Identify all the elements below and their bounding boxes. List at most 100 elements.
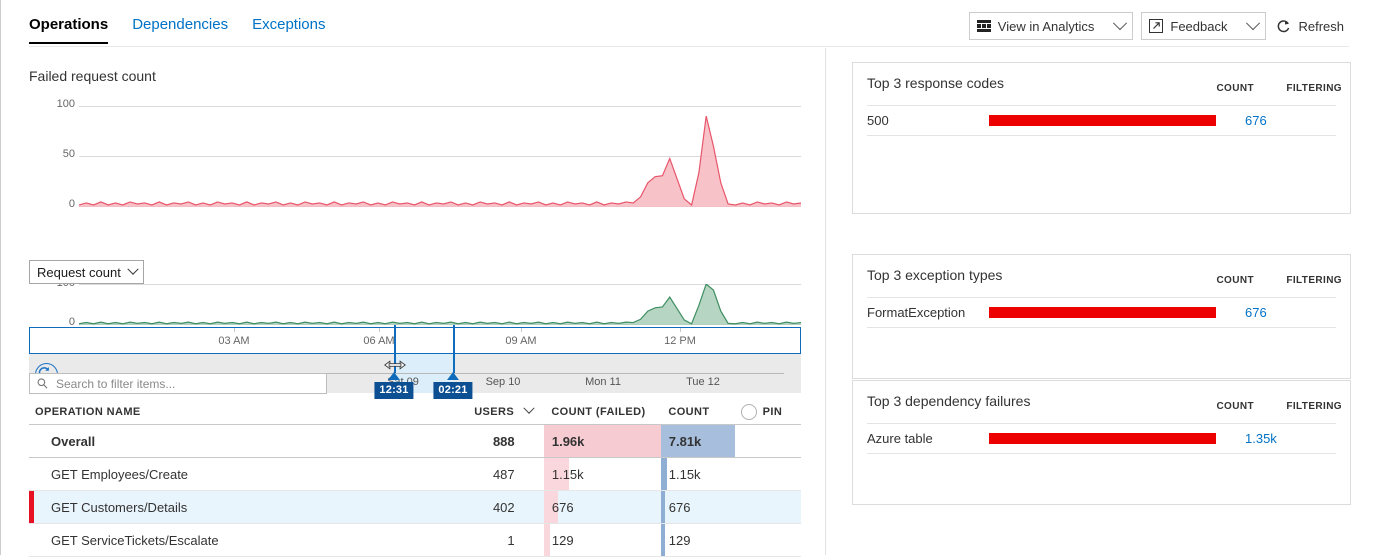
view-in-analytics-button[interactable]: View in Analytics [969, 12, 1134, 40]
insight-card-header: Top 3 dependency failuresCOUNTFILTERING [853, 381, 1350, 423]
cell-users: 402 [431, 491, 515, 523]
count-failed-value: 1.15k [544, 467, 584, 482]
insight-card-header: Top 3 response codesCOUNTFILTERING [853, 63, 1350, 105]
table-row[interactable]: GET Customers/Details402 676 676 [29, 491, 801, 524]
insight-card-title: Top 3 response codes [867, 75, 1004, 91]
request-count-chart[interactable]: 100 0 [29, 284, 801, 330]
insight-bar [989, 433, 1216, 444]
cell-count: 7.81k [661, 425, 733, 457]
insight-col-count: COUNT [1216, 401, 1254, 412]
col-operation-name[interactable]: OPERATION NAME [29, 406, 430, 418]
tab-exceptions[interactable]: Exceptions [252, 16, 325, 42]
insight-row-name: Azure table [867, 431, 989, 446]
range-handle-label-right: 02:21 [433, 382, 472, 399]
table-body: Overall8881.96k7.81kGET Employees/Create… [29, 425, 801, 557]
chart-time-axis[interactable]: 03 AM 06 AM 09 AM 12 PM [29, 327, 801, 354]
insight-bar-area [989, 433, 1231, 444]
insight-bar-area [989, 115, 1231, 126]
cell-spacer [515, 491, 544, 523]
xtick-06am: 06 AM [363, 335, 394, 347]
pin-icon [741, 404, 757, 420]
metric-select-value: Request count [37, 265, 121, 280]
chevron-down-icon [127, 264, 138, 275]
col-pin-label: PIN [763, 406, 783, 418]
metric-select[interactable]: Request count [29, 260, 144, 284]
command-toolbar: View in Analytics Feedback Refresh [969, 12, 1351, 40]
app-root: Operations Dependencies Exceptions View … [0, 0, 1376, 555]
tick-mark [379, 328, 380, 332]
top-bar: Operations Dependencies Exceptions View … [1, 0, 1376, 48]
insight-row-count[interactable]: 676 [1231, 113, 1327, 128]
count-failed-value: 676 [544, 500, 574, 515]
cell-spacer [515, 425, 544, 457]
tick-mark [234, 328, 235, 332]
left-pane: Failed request count 100 50 0 Request co… [1, 48, 825, 555]
insight-col-count: COUNT [1216, 275, 1254, 286]
range-handle-label-left: 12:31 [374, 382, 413, 399]
cell-operation-name: Overall [29, 425, 431, 457]
failed-request-count-chart[interactable]: 100 50 0 [29, 106, 801, 256]
xtick-12pm: 12 PM [664, 335, 696, 347]
table-row[interactable]: GET ServiceTickets/Escalate1129129 [29, 524, 801, 557]
range-handle-left[interactable] [388, 372, 400, 380]
filter-search-box[interactable] [29, 373, 327, 394]
cell-count-failed: 1.15k [544, 458, 661, 490]
range-handle-right[interactable] [447, 372, 459, 380]
count-value: 1.15k [661, 467, 701, 482]
table-row[interactable]: Overall888 1.96k7.81k [29, 425, 801, 458]
grid-icon [977, 20, 991, 32]
insight-row-count[interactable]: 676 [1231, 305, 1327, 320]
insight-card: Top 3 exception types COUNT FILTERING Forma… [852, 254, 1351, 379]
insight-row[interactable]: FormatException 676 [867, 297, 1336, 328]
cell-count-failed: 1.96k [544, 425, 661, 457]
cell-users: 487 [431, 458, 515, 490]
insight-bar [989, 307, 1216, 318]
insight-row[interactable]: 500 676 [867, 105, 1336, 136]
insight-col-filtering: FILTERING [1286, 275, 1342, 286]
ytick-0: 0 [29, 198, 75, 210]
col-pin[interactable]: PIN [733, 404, 801, 420]
col-users[interactable]: USERS [430, 406, 514, 418]
cell-pin[interactable] [733, 524, 801, 556]
operations-table: OPERATION NAME USERS COUNT (FAILED) COUN… [29, 400, 801, 557]
tick-mark [521, 328, 522, 332]
cell-operation-name: GET ServiceTickets/Escalate [29, 524, 431, 556]
sort-descending-icon[interactable] [514, 406, 543, 418]
tab-dependencies[interactable]: Dependencies [132, 16, 228, 42]
tick-mark [680, 328, 681, 332]
col-count-failed[interactable]: COUNT (FAILED) [543, 406, 660, 418]
search-input[interactable] [54, 376, 308, 392]
cell-pin[interactable] [733, 491, 801, 523]
col-count[interactable]: COUNT [660, 406, 732, 418]
cell-operation-name: GET Customers/Details [29, 491, 431, 523]
cell-count: 676 [661, 491, 733, 523]
range-tick-5: Mon 11 [585, 376, 621, 388]
insight-row-name: 500 [867, 113, 989, 128]
cell-count: 129 [661, 524, 733, 556]
cell-spacer [515, 524, 544, 556]
feedback-button[interactable]: Feedback [1141, 12, 1266, 40]
insight-card-header: Top 3 exception types COUNT FILTERING [853, 255, 1350, 297]
insight-card-title: Top 3 exception types [867, 267, 1002, 283]
refresh-button[interactable]: Refresh [1266, 13, 1351, 39]
tab-operations[interactable]: Operations [29, 16, 108, 44]
insight-row-name: FormatException [867, 305, 989, 320]
ytick-50: 50 [29, 148, 75, 160]
cell-pin[interactable] [733, 425, 801, 457]
cell-count-failed: 676 [544, 491, 661, 523]
chevron-down-icon[interactable] [1234, 21, 1258, 31]
cell-users: 888 [431, 425, 515, 457]
cell-pin[interactable] [733, 458, 801, 490]
search-icon [37, 378, 48, 389]
cell-users: 1 [431, 524, 515, 556]
table-row[interactable]: GET Employees/Create4871.15k1.15k [29, 458, 801, 491]
range-tick-6: Tue 12 [686, 376, 720, 388]
chevron-down-icon[interactable] [1101, 21, 1125, 31]
ytick-100: 100 [29, 98, 75, 110]
insight-row[interactable]: Azure table 1.35k [867, 423, 1336, 454]
right-pane: GET Customers/Details Top 3 response cod… [826, 48, 1376, 555]
range-tick-4: Sep 10 [486, 376, 521, 388]
external-link-icon [1149, 19, 1163, 33]
count-value: 676 [661, 500, 691, 515]
insight-row-count[interactable]: 1.35k [1231, 431, 1327, 446]
